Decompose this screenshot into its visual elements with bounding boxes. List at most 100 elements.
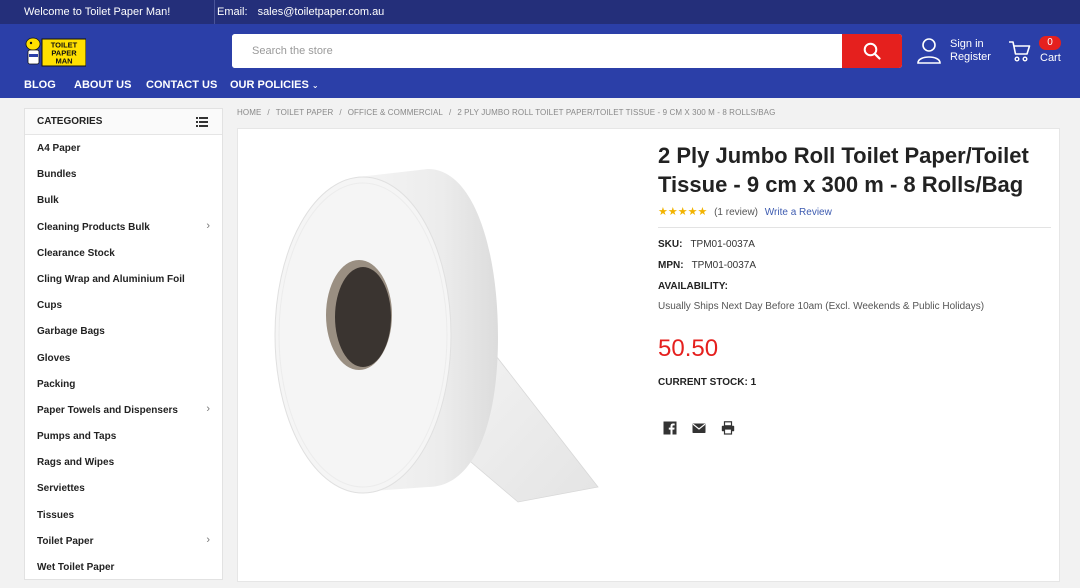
- user-icon: [917, 38, 941, 64]
- main-nav: BLOG ABOUT US CONTACT US OUR POLICIES ⌄: [0, 74, 1080, 98]
- sidebar-item[interactable]: Gloves: [25, 345, 222, 371]
- sidebar-item-label: Garbage Bags: [37, 326, 105, 338]
- sidebar-item-label: Cling Wrap and Aluminium Foil: [37, 273, 185, 285]
- category-list: A4 Paper Bundles Bulk Cleaning Products Bul…: [25, 135, 222, 580]
- signin-link[interactable]: Sign in: [950, 38, 991, 51]
- review-count[interactable]: (1 review): [714, 207, 758, 218]
- breadcrumb-toilet-paper[interactable]: TOILET PAPER: [276, 108, 334, 117]
- top-bar: Welcome to Toilet Paper Man! Email: sales…: [0, 0, 1080, 24]
- register-link[interactable]: Register: [950, 51, 991, 64]
- cart-label: Cart: [1040, 52, 1061, 64]
- account-link[interactable]: Sign in Register: [916, 36, 996, 66]
- sidebar-item-label: Cleaning Products Bulk: [37, 221, 150, 233]
- list-icon: [196, 117, 208, 127]
- topbar-divider: [214, 0, 215, 24]
- sidebar-item[interactable]: Packing: [25, 371, 222, 397]
- sidebar-item[interactable]: Toilet Paper ›: [25, 528, 222, 554]
- product-panel: 2 Ply Jumbo Roll Toilet Paper/Toilet Tis…: [237, 128, 1060, 582]
- nav-contact-us[interactable]: CONTACT US: [146, 79, 217, 91]
- sidebar-item-label: Wet Toilet Paper: [37, 562, 115, 573]
- sidebar-item-label: Tissues: [37, 509, 75, 521]
- sidebar-item-label: Paper Towels and Dispensers: [37, 404, 178, 416]
- sku-value: TPM01-0037A: [690, 239, 755, 250]
- nav-about-us[interactable]: ABOUT US: [74, 79, 131, 91]
- welcome-message: Welcome to Toilet Paper Man!: [24, 6, 171, 18]
- email-icon[interactable]: [692, 421, 706, 435]
- sidebar-item-label: Pumps and Taps: [37, 431, 117, 443]
- sidebar-item-label: Gloves: [37, 352, 71, 364]
- sidebar-item[interactable]: Wet Toilet Paper: [25, 554, 222, 580]
- site-header: TOILET PAPER MAN Sign in Register: [0, 24, 1080, 74]
- sidebar-item[interactable]: Cups: [25, 292, 222, 318]
- cart-icon: [1009, 41, 1031, 62]
- divider: [658, 227, 1051, 228]
- categories-title: CATEGORIES: [37, 116, 103, 127]
- sidebar-item-label: Bulk: [37, 195, 59, 207]
- chevron-right-icon[interactable]: ›: [206, 403, 210, 415]
- sidebar-item[interactable]: Clearance Stock: [25, 240, 222, 266]
- breadcrumb-home[interactable]: HOME: [237, 108, 261, 117]
- mpn-label: MPN:: [658, 260, 684, 271]
- cart-count-badge: 0: [1039, 36, 1061, 50]
- sidebar-item[interactable]: Tissues: [25, 502, 222, 528]
- email-label: Email:: [217, 6, 248, 18]
- breadcrumb-current: 2 PLY JUMBO ROLL TOILET PAPER/TOILET TIS…: [457, 108, 776, 117]
- star-rating-icon: ★★★★★: [658, 206, 708, 218]
- sidebar-item[interactable]: A4 Paper: [25, 135, 222, 161]
- categories-sidebar: CATEGORIES A4 Paper Bundles Bulk Cleaning P…: [24, 108, 223, 580]
- sidebar-item[interactable]: Bundles: [25, 161, 222, 187]
- search-button[interactable]: [842, 34, 902, 68]
- current-stock: CURRENT STOCK: 1: [658, 377, 756, 388]
- sidebar-item-label: Serviettes: [37, 483, 85, 495]
- sku-label: SKU:: [658, 239, 683, 250]
- product-price: 50.50: [658, 335, 719, 362]
- sku-row: SKU: TPM01-0037A: [658, 239, 755, 250]
- facebook-icon[interactable]: [663, 421, 677, 435]
- breadcrumb-separator: /: [448, 108, 452, 117]
- chevron-right-icon[interactable]: ›: [206, 220, 210, 232]
- sidebar-item[interactable]: Cleaning Products Bulk ›: [25, 214, 222, 240]
- breadcrumb-separator: /: [339, 108, 342, 117]
- breadcrumb: HOME / TOILET PAPER / OFFICE & COMMERCIAL / 2 …: [237, 108, 775, 117]
- sidebar-item[interactable]: Bulk: [25, 187, 222, 213]
- sidebar-item-label: Packing: [37, 378, 76, 390]
- chevron-down-icon: ⌄: [311, 81, 319, 90]
- logo-word-3: MAN: [55, 57, 72, 66]
- sidebar-item[interactable]: Paper Towels and Dispensers ›: [25, 397, 222, 423]
- sidebar-item-label: Bundles: [37, 169, 77, 181]
- categories-header[interactable]: CATEGORIES: [25, 109, 222, 135]
- print-icon[interactable]: [721, 421, 735, 435]
- sidebar-item-label: A4 Paper: [37, 143, 81, 154]
- availability-label: AVAILABILITY:: [658, 281, 728, 292]
- mpn-value: TPM01-0037A: [691, 260, 757, 271]
- search-bar: [232, 34, 902, 68]
- search-input[interactable]: [232, 34, 842, 68]
- sidebar-item[interactable]: Rags and Wipes: [25, 449, 222, 475]
- nav-blog[interactable]: BLOG: [24, 79, 56, 91]
- sidebar-item-label: Toilet Paper: [37, 535, 94, 547]
- stock-label: CURRENT STOCK:: [658, 377, 748, 388]
- sidebar-item[interactable]: Garbage Bags: [25, 318, 222, 344]
- nav-our-policies-label: OUR POLICIES: [230, 79, 309, 91]
- chevron-right-icon[interactable]: ›: [206, 534, 210, 546]
- cart-link[interactable]: 0 Cart: [1006, 36, 1068, 66]
- sidebar-item[interactable]: Cling Wrap and Aluminium Foil: [25, 266, 222, 292]
- topbar-email: Email: sales@toiletpaper.com.au: [217, 6, 384, 18]
- product-image[interactable]: [268, 157, 618, 517]
- breadcrumb-separator: /: [267, 108, 270, 117]
- nav-our-policies[interactable]: OUR POLICIES ⌄: [230, 79, 319, 91]
- sidebar-item[interactable]: Serviettes: [25, 475, 222, 501]
- product-rating: ★★★★★ (1 review) Write a Review: [658, 205, 832, 218]
- sidebar-item-label: Cups: [37, 300, 62, 312]
- mpn-row: MPN: TPM01-0037A: [658, 260, 756, 271]
- write-review-link[interactable]: Write a Review: [765, 207, 832, 218]
- site-logo[interactable]: TOILET PAPER MAN: [24, 36, 87, 68]
- search-icon: [863, 42, 881, 60]
- sidebar-item[interactable]: Pumps and Taps: [25, 423, 222, 449]
- product-title: 2 Ply Jumbo Roll Toilet Paper/Toilet Tis…: [658, 143, 1029, 197]
- sidebar-item-label: Clearance Stock: [37, 247, 115, 259]
- availability-row: AVAILABILITY:: [658, 281, 736, 292]
- breadcrumb-office-commercial[interactable]: OFFICE & COMMERCIAL: [348, 108, 443, 117]
- stock-value: 1: [750, 377, 757, 388]
- email-link[interactable]: sales@toiletpaper.com.au: [258, 6, 385, 18]
